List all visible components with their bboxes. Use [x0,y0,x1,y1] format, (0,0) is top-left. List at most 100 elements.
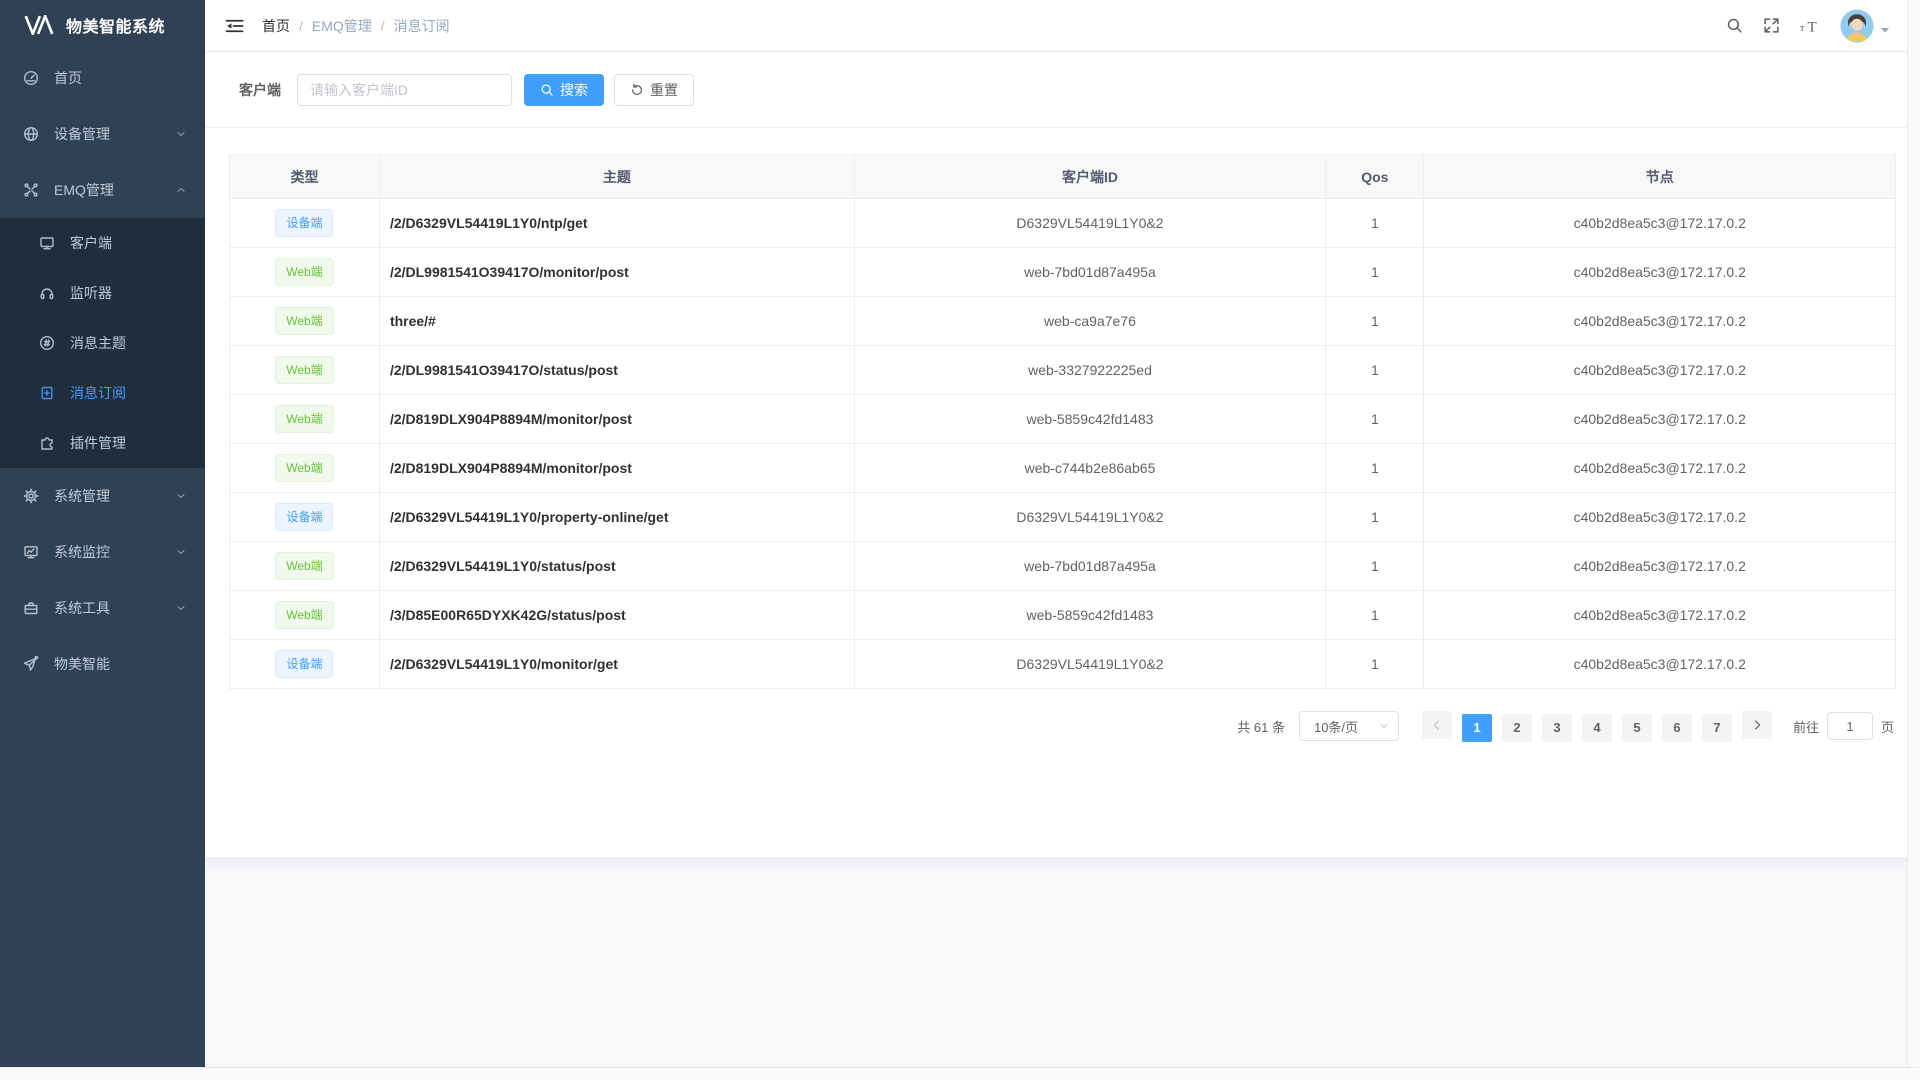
goto-unit: 页 [1881,717,1894,736]
type-cell: Web端 [230,591,380,640]
qos-cell: 1 [1326,248,1424,297]
qos-cell: 1 [1326,395,1424,444]
monitor-chart-icon [22,544,40,560]
type-badge: Web端 [275,356,333,384]
breadcrumb-separator: / [381,18,385,34]
client-id-cell: web-c744b2e86ab65 [854,444,1325,493]
node-cell: c40b2d8ea5c3@172.17.0.2 [1424,591,1896,640]
paper-plane-icon [22,656,40,672]
goto-page-input[interactable] [1827,712,1873,740]
search-icon[interactable] [1726,17,1743,34]
chevron-down-icon [175,490,187,502]
sidebar-item-label: 设备管理 [54,124,110,144]
sidebar-item-label: 客户端 [70,233,112,253]
qos-cell: 1 [1326,444,1424,493]
page-button-1[interactable]: 1 [1462,714,1492,742]
breadcrumb-item-home[interactable]: 首页 [262,16,290,36]
topic-cell: /2/D6329VL54419L1Y0/property-online/get [379,493,854,542]
sidebar-item-listeners[interactable]: 监听器 [0,268,205,318]
sidebar-menu: 首页 设备管理 EMQ管理 客户端 监听器 消息主题 [0,50,205,692]
page-button-6[interactable]: 6 [1662,714,1692,742]
sidebar-item-system-monitoring[interactable]: 系统监控 [0,524,205,580]
topic-cell: /2/D819DLX904P8894M/monitor/post [379,395,854,444]
sidebar-item-label: 监听器 [70,283,112,303]
type-badge: Web端 [275,307,333,335]
type-badge: Web端 [275,552,333,580]
briefcase-icon [22,600,40,616]
headphones-icon [38,285,56,301]
sidebar-item-label: 首页 [54,68,82,88]
sidebar-item-clients[interactable]: 客户端 [0,218,205,268]
node-cell: c40b2d8ea5c3@172.17.0.2 [1424,199,1896,248]
node-cell: c40b2d8ea5c3@172.17.0.2 [1424,444,1896,493]
next-page-button[interactable] [1742,711,1772,739]
topic-cell: /2/DL9981541O39417O/status/post [379,346,854,395]
client-id-input[interactable] [297,74,512,106]
qos-cell: 1 [1326,297,1424,346]
type-badge: Web端 [275,258,333,286]
filter-bar: 客户端 搜索 重置 [205,52,1920,128]
qos-cell: 1 [1326,542,1424,591]
type-cell: 设备端 [230,199,380,248]
chevron-up-icon [175,184,187,196]
node-cell: c40b2d8ea5c3@172.17.0.2 [1424,248,1896,297]
column-header-2: 客户端ID [854,155,1325,199]
prev-page-button[interactable] [1422,711,1452,739]
sidebar-item-message-subscriptions[interactable]: 消息订阅 [0,368,205,418]
column-header-0: 类型 [230,155,380,199]
app-logo-icon [24,15,54,35]
sidebar-item-device-management[interactable]: 设备管理 [0,106,205,162]
topic-cell: /3/D85E00R65DYXK42G/status/post [379,591,854,640]
search-button[interactable]: 搜索 [524,74,604,106]
client-id-cell: D6329VL54419L1Y0&2 [854,199,1325,248]
table-row: Web端 /2/D6329VL54419L1Y0/status/post web… [230,542,1896,591]
sidebar-toggle-button[interactable] [221,14,248,38]
page-button-4[interactable]: 4 [1582,714,1612,742]
user-menu[interactable] [1840,9,1890,43]
sidebar-item-system-tools[interactable]: 系统工具 [0,580,205,636]
sidebar: 物美智能系统 首页 设备管理 EMQ管理 客户端 监听器 [0,0,205,1080]
qos-cell: 1 [1326,199,1424,248]
chevron-down-icon [175,546,187,558]
page-size-select[interactable]: 10条/页 [1299,711,1399,741]
sidebar-item-label: 物美智能 [54,654,110,674]
page-button-7[interactable]: 7 [1702,714,1732,742]
page-background [205,857,1920,1080]
client-id-cell: web-7bd01d87a495a [854,248,1325,297]
sidebar-item-wumei-smart[interactable]: 物美智能 [0,636,205,692]
pagination: 共 61 条 10条/页 1234567 前往 页 [205,689,1920,742]
node-x-icon [22,182,40,198]
subscriptions-table: 类型主题客户端IDQos节点 设备端 /2/D6329VL54419L1Y0/n… [205,128,1920,689]
avatar[interactable] [1840,9,1874,43]
sidebar-item-home[interactable]: 首页 [0,50,205,106]
type-badge: Web端 [275,454,333,482]
page-button-5[interactable]: 5 [1622,714,1652,742]
type-cell: Web端 [230,346,380,395]
type-badge: 设备端 [275,209,333,237]
node-cell: c40b2d8ea5c3@172.17.0.2 [1424,346,1896,395]
reset-button[interactable]: 重置 [614,74,694,106]
caret-down-icon[interactable] [1880,25,1890,35]
type-cell: 设备端 [230,640,380,689]
sidebar-item-label: 插件管理 [70,433,126,453]
sidebar-item-system-management[interactable]: 系统管理 [0,468,205,524]
search-icon [540,83,554,97]
vertical-scrollbar[interactable] [1907,0,1920,1067]
topic-cell: /2/D6329VL54419L1Y0/ntp/get [379,199,854,248]
table-row: Web端 /2/DL9981541O39417O/status/post web… [230,346,1896,395]
type-cell: Web端 [230,248,380,297]
table-row: Web端 /2/D819DLX904P8894M/monitor/post we… [230,395,1896,444]
page-button-2[interactable]: 2 [1502,714,1532,742]
font-size-icon[interactable]: тT [1800,18,1820,34]
horizontal-scrollbar[interactable] [0,1067,1920,1080]
sidebar-item-emq-management[interactable]: EMQ管理 [0,162,205,218]
sidebar-item-message-topics[interactable]: 消息主题 [0,318,205,368]
bookmark-plus-icon [38,385,56,401]
hash-circle-icon [38,335,56,351]
page-button-3[interactable]: 3 [1542,714,1572,742]
sidebar-item-plugin-management[interactable]: 插件管理 [0,418,205,468]
client-id-cell: web-ca9a7e76 [854,297,1325,346]
topic-cell: /2/D6329VL54419L1Y0/monitor/get [379,640,854,689]
fullscreen-icon[interactable] [1763,17,1780,34]
table-header-row: 类型主题客户端IDQos节点 [230,155,1896,199]
